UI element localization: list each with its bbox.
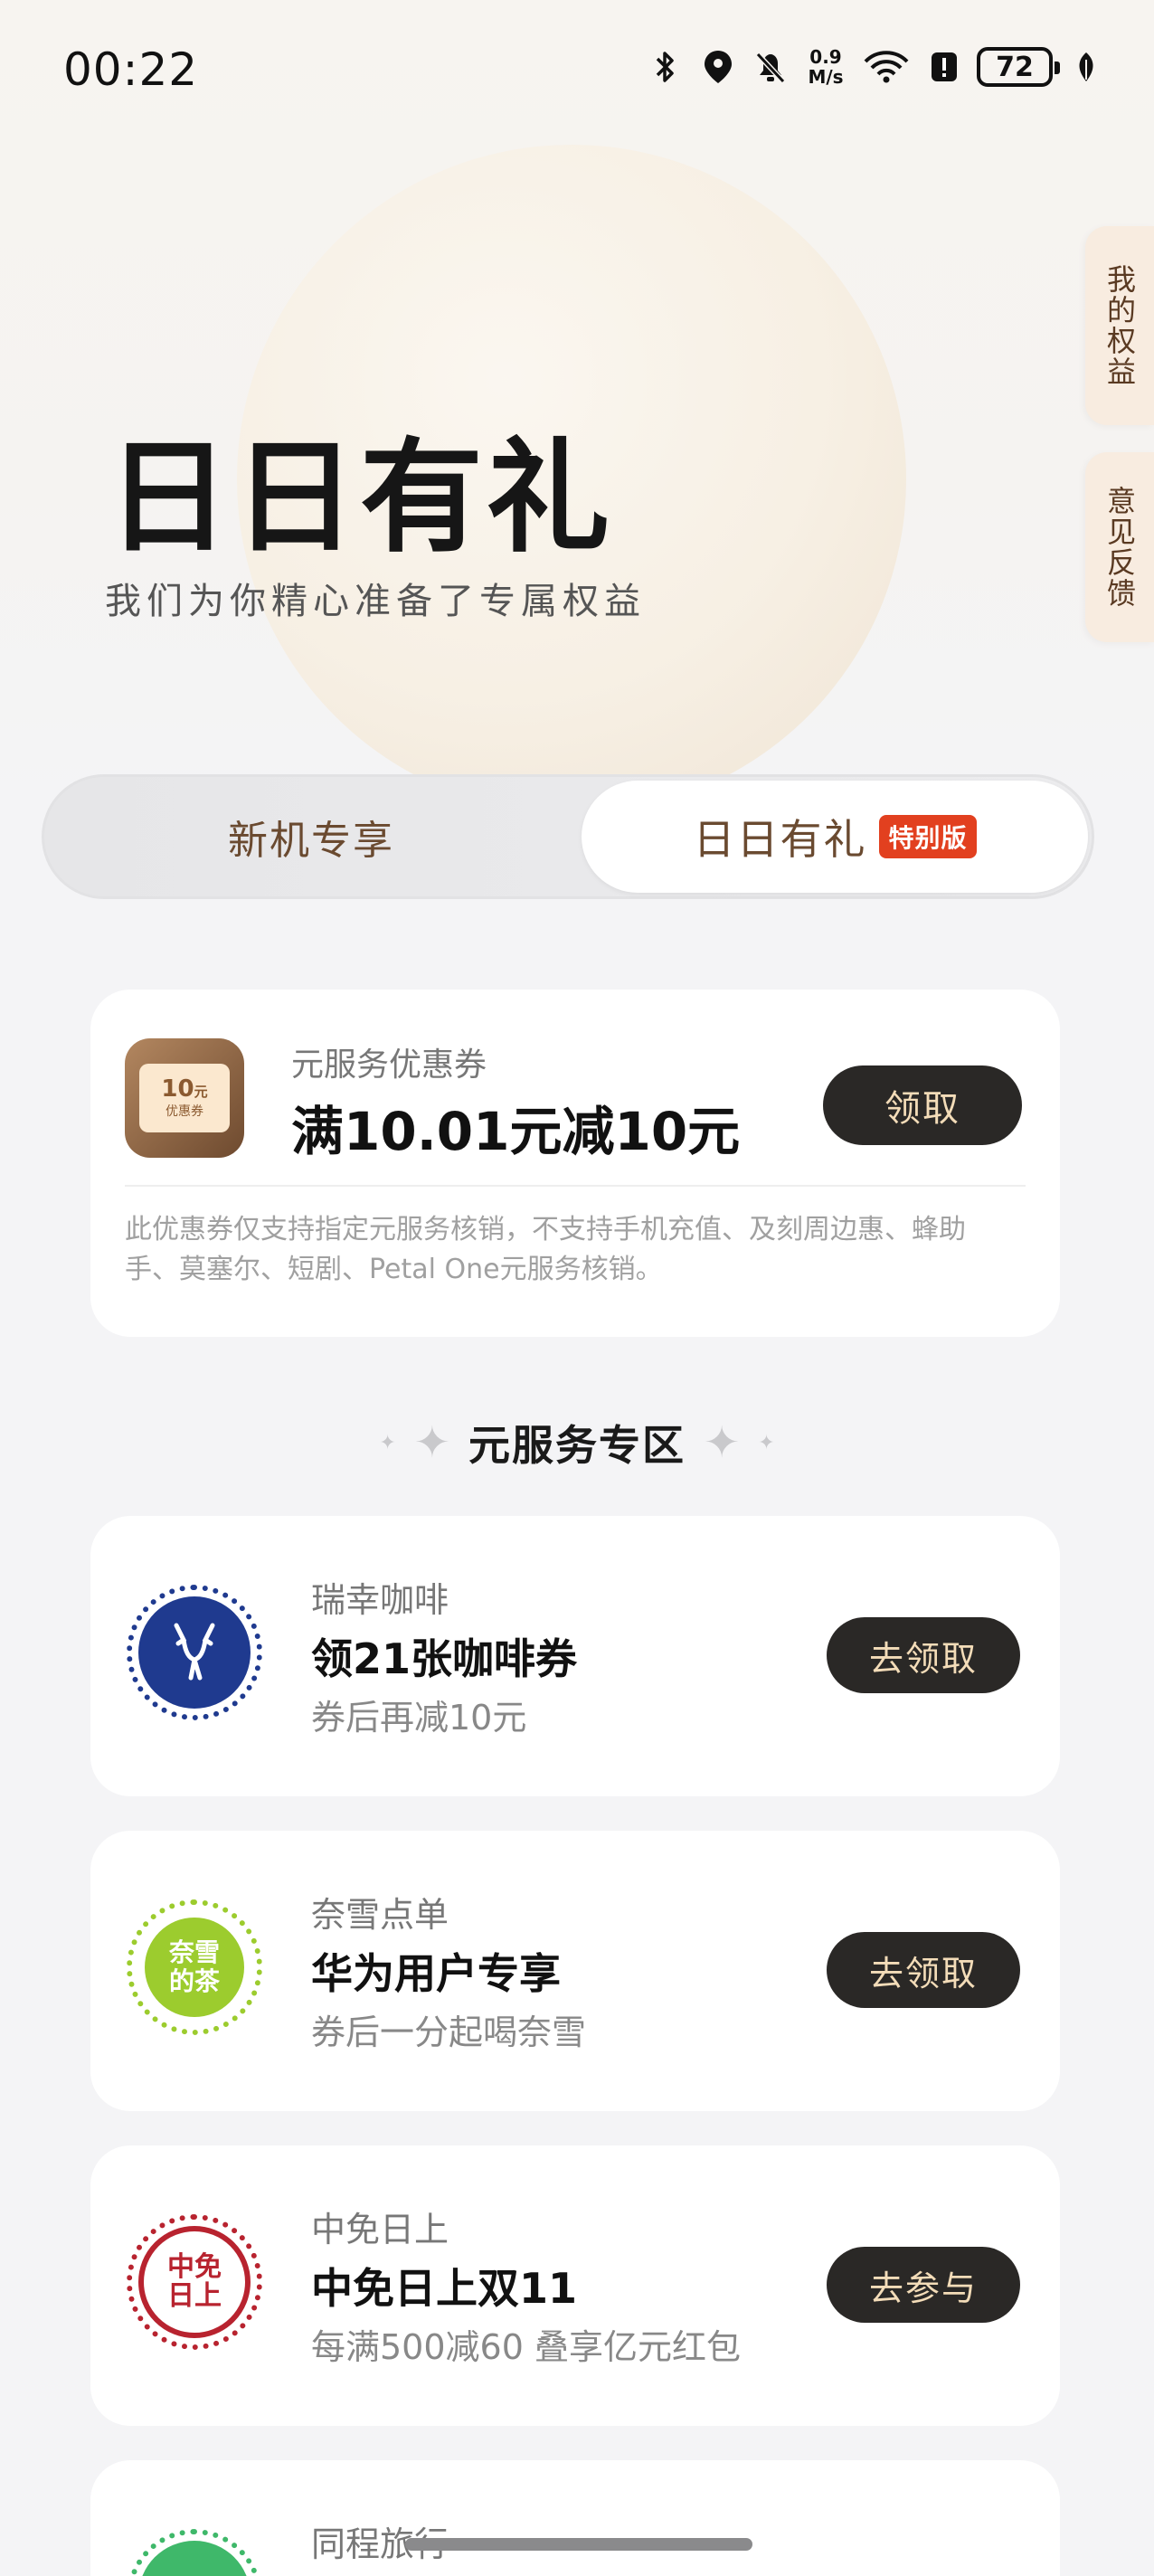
service-brand: 瑞幸咖啡 xyxy=(311,1580,449,1620)
tab-new-device[interactable]: 新机专享 xyxy=(44,777,578,896)
go-claim-button[interactable]: 去领取 xyxy=(827,1932,1020,2008)
wifi-icon xyxy=(861,47,912,87)
alert-icon xyxy=(924,47,964,87)
tab-daily-gift[interactable]: 日日有礼 特别版 xyxy=(582,781,1088,893)
feedback-tab[interactable]: 意见反馈 xyxy=(1085,452,1154,642)
sparkle-icon: ✦ xyxy=(413,1417,450,1468)
tab-daily-gift-label: 日日有礼 xyxy=(693,815,867,864)
special-edition-badge: 特别版 xyxy=(879,815,977,858)
net-speed: 0.9 M/s xyxy=(803,47,848,87)
coupon-note: 此优惠券仅支持指定元服务核销，不支持手机充值、及刻周边惠、蜂助手、莫塞尔、短剧、… xyxy=(125,1214,966,1285)
divider xyxy=(125,1185,1026,1187)
service-description: 券后一分起喝奈雪 xyxy=(311,2012,587,2052)
service-card-luckin[interactable]: 瑞幸咖啡 领21张咖啡券 券后再减10元 去领取 xyxy=(90,1516,1060,1796)
coupon-title: 满10.01元减10元 xyxy=(291,1101,741,1162)
section-header: ✦ ✦ 元服务专区 ✦ ✦ xyxy=(0,1411,1154,1474)
battery-icon: 72 xyxy=(977,47,1060,87)
coupon-ticket-label: 优惠券 xyxy=(166,1103,203,1119)
claim-coupon-button[interactable]: 领取 xyxy=(823,1065,1022,1145)
service-card-ly[interactable]: 同程 同程旅行 xyxy=(90,2460,1060,2576)
ly-travel-logo: 同程 xyxy=(127,2529,262,2576)
coupon-ticket-value: 10元 xyxy=(161,1075,208,1103)
sparkle-icon: ✦ xyxy=(758,1431,775,1454)
net-speed-unit: M/s xyxy=(808,66,844,88)
service-description: 券后再减10元 xyxy=(311,1698,527,1738)
service-title: 华为用户专享 xyxy=(311,1949,561,1998)
service-description: 每满500减60 叠享亿元红包 xyxy=(311,2327,741,2367)
cdf-logo: 中免日上 xyxy=(127,2214,262,2350)
location-icon xyxy=(698,47,738,87)
home-indicator[interactable] xyxy=(405,2538,752,2551)
sparkle-icon: ✦ xyxy=(704,1417,741,1468)
status-icons: 0.9 M/s 72 xyxy=(646,47,1100,87)
mute-icon xyxy=(751,47,790,87)
service-card-nayuki[interactable]: 奈雪的茶 奈雪点单 华为用户专享 券后一分起喝奈雪 去领取 xyxy=(90,1831,1060,2111)
leaf-icon xyxy=(1073,47,1100,87)
page-title: 日日有礼 xyxy=(107,427,613,570)
tab-new-device-label: 新机专享 xyxy=(228,818,394,864)
service-brand: 奈雪点单 xyxy=(311,1895,449,1935)
status-time: 00:22 xyxy=(63,43,199,96)
service-title: 领21张咖啡券 xyxy=(311,1634,578,1683)
luckin-coffee-logo xyxy=(127,1585,262,1720)
net-speed-value: 0.9 xyxy=(809,46,842,68)
service-title: 中免日上双11 xyxy=(311,2264,578,2313)
coupon-subtitle: 元服务优惠券 xyxy=(291,1046,487,1084)
coupon-card: 10元 优惠券 元服务优惠券 满10.01元减10元 领取 此优惠券仅支持指定元… xyxy=(90,990,1060,1337)
coupon-ticket: 10元 优惠券 xyxy=(139,1064,230,1132)
my-rights-tab[interactable]: 我的权益 xyxy=(1085,226,1154,425)
coupon-icon: 10元 优惠券 xyxy=(125,1038,244,1158)
go-claim-button[interactable]: 去领取 xyxy=(827,1617,1020,1693)
nayuki-logo: 奈雪的茶 xyxy=(127,1899,262,2035)
service-card-cdf[interactable]: 中免日上 中免日上 中免日上双11 每满500减60 叠享亿元红包 去参与 xyxy=(90,2145,1060,2426)
go-participate-button[interactable]: 去参与 xyxy=(827,2247,1020,2323)
status-bar: 00:22 0.9 M/s 72 xyxy=(0,0,1154,145)
page-subtitle: 我们为你精心准备了专属权益 xyxy=(105,581,646,622)
bluetooth-icon xyxy=(646,47,686,87)
sparkle-icon: ✦ xyxy=(379,1431,396,1454)
section-title: 元服务专区 xyxy=(468,1421,686,1470)
service-brand: 中免日上 xyxy=(311,2210,449,2249)
segmented-tabs: 新机专享 日日有礼 特别版 xyxy=(42,774,1094,899)
